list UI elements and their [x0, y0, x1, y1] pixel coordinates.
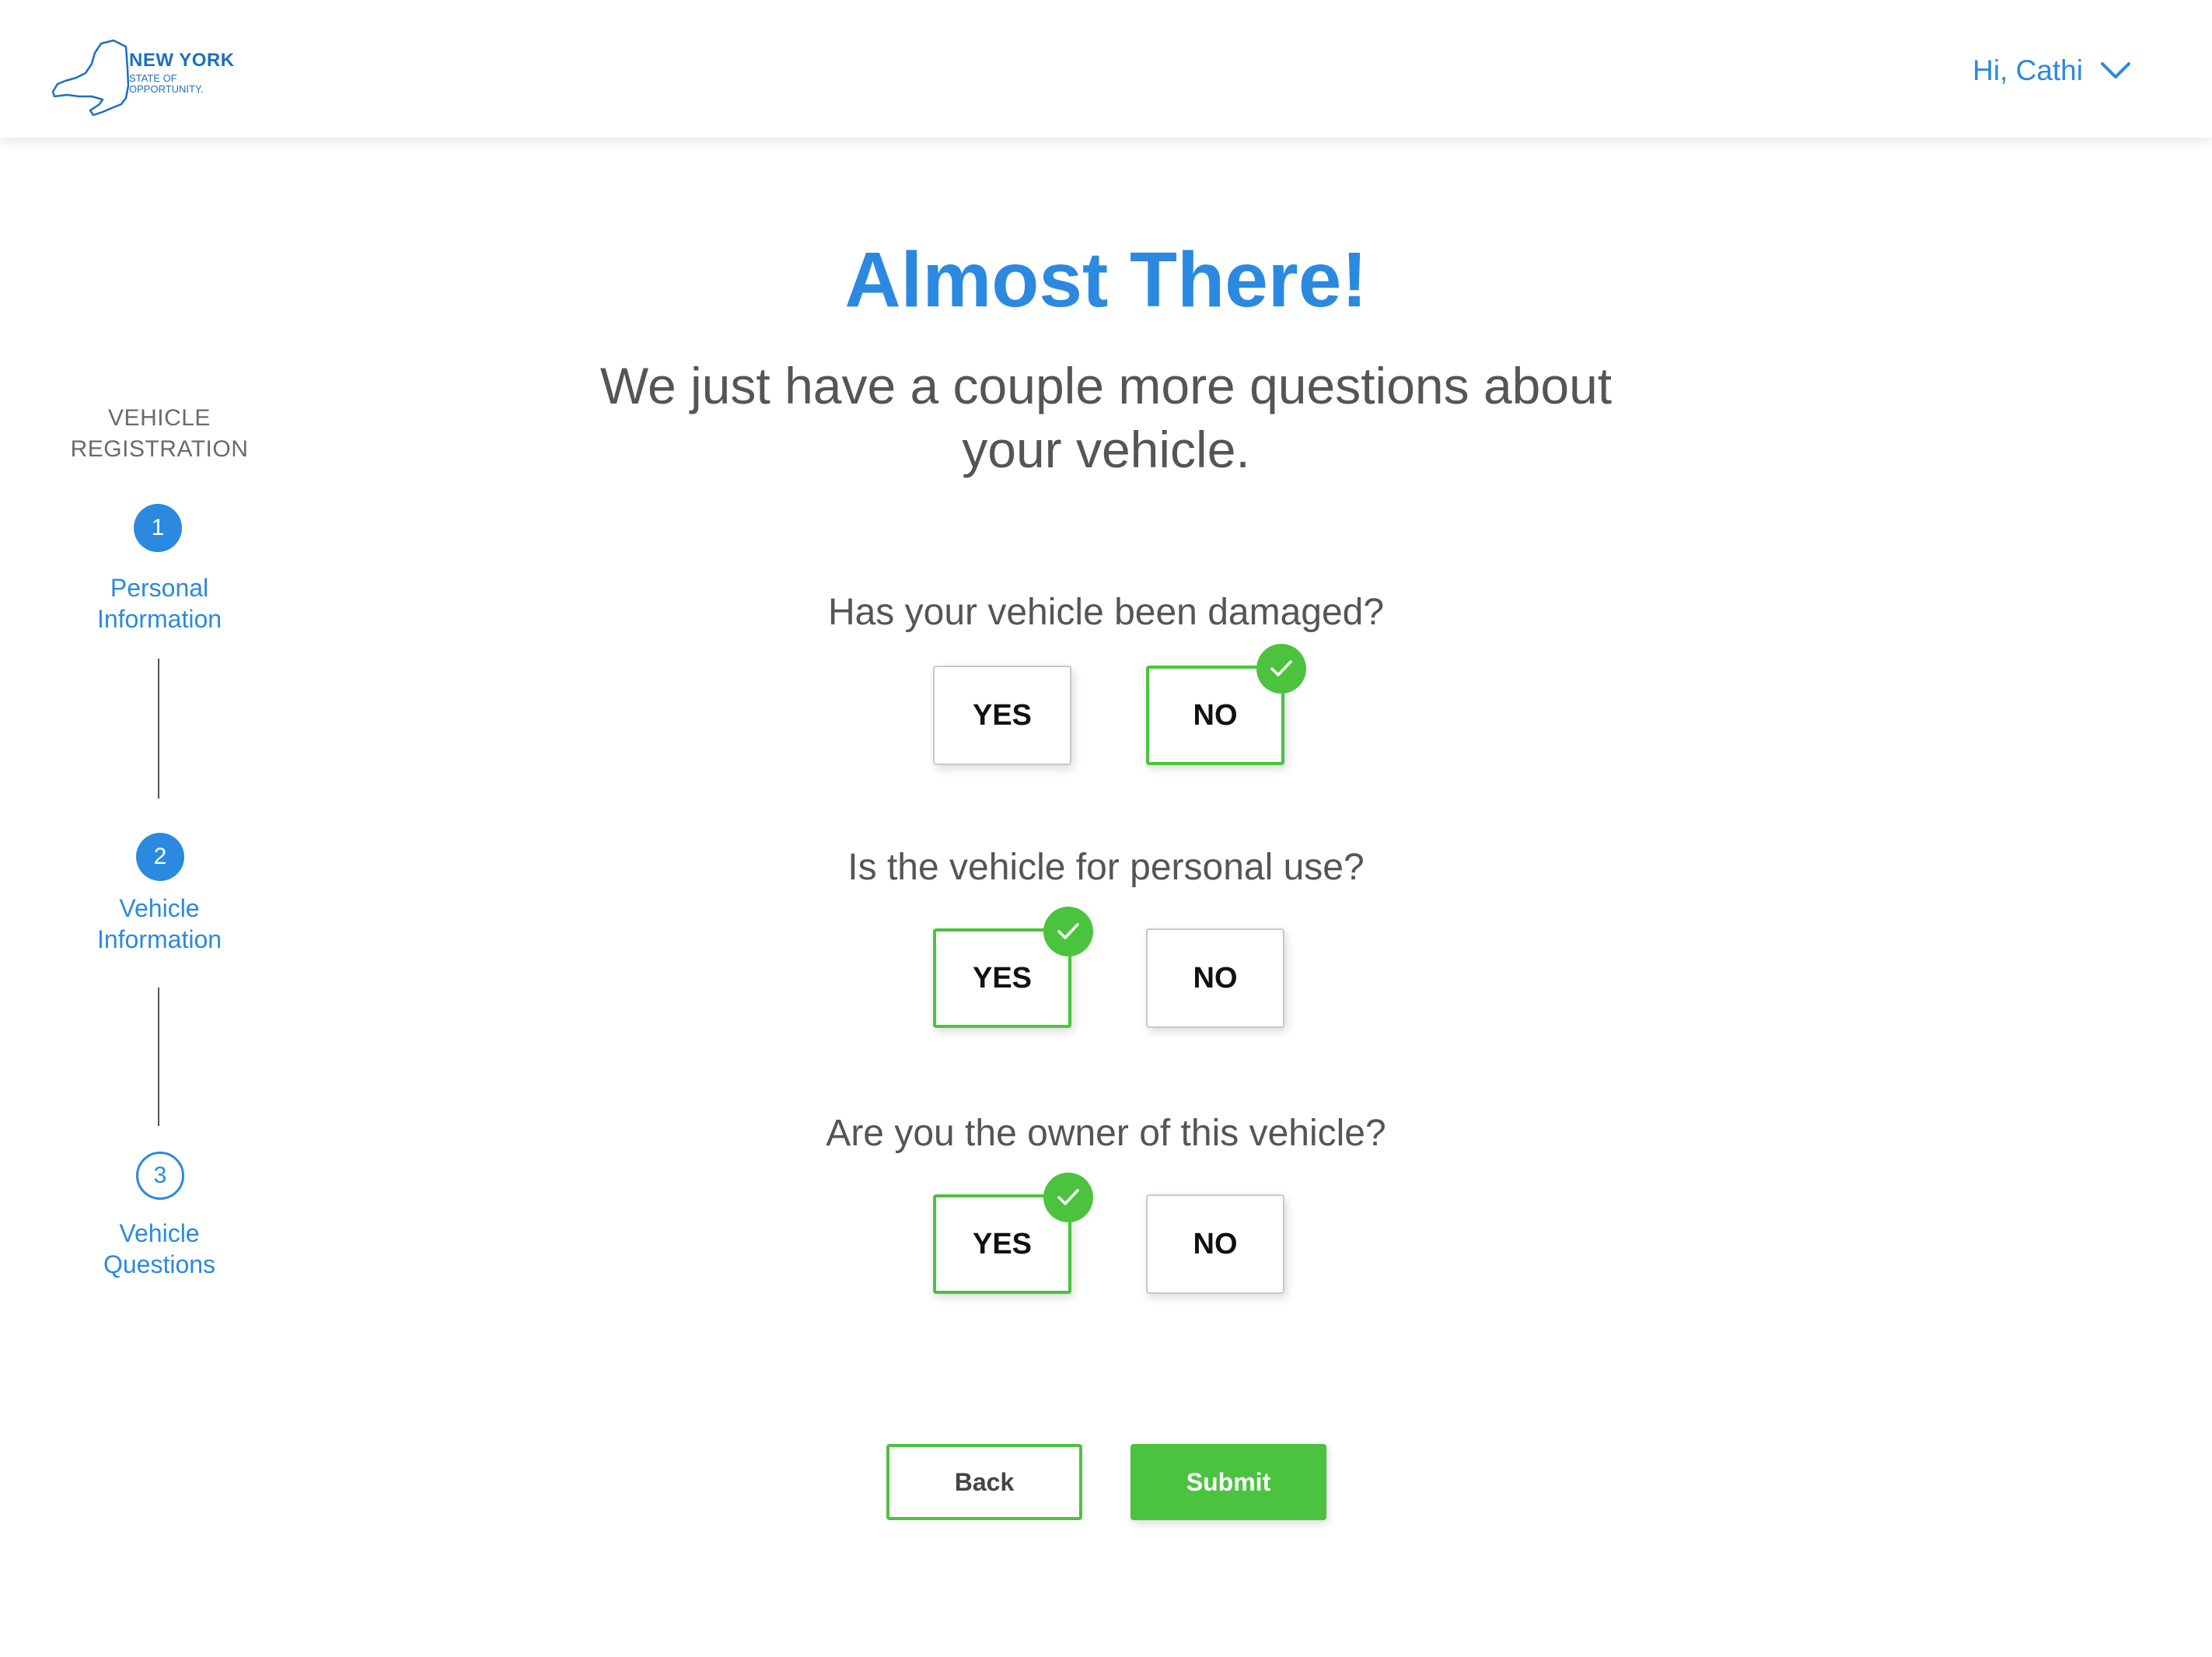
page-subtitle: We just have a couple more questions abo… [0, 354, 2212, 481]
check-icon [1043, 1173, 1093, 1222]
damaged-no-label: NO [1193, 698, 1238, 732]
ny-state-logo[interactable]: NEW YORK STATE OF OPPORTUNITY. [51, 37, 238, 123]
personal-use-yes-label: YES [972, 961, 1033, 995]
damaged-yes-option[interactable]: YES [933, 666, 1071, 765]
step-connector-2 [158, 988, 159, 1126]
logo-text-state-of: STATE OF [129, 72, 177, 84]
step-3-label-line1: Vehicle [119, 1219, 200, 1247]
subtitle-line1: We just have a couple more questions abo… [599, 357, 1613, 414]
check-icon [1256, 644, 1306, 694]
step-3-label-line2: Questions [103, 1250, 216, 1278]
check-icon [1043, 907, 1093, 956]
step-2-label[interactable]: Vehicle Information [0, 893, 319, 955]
top-header: NEW YORK STATE OF OPPORTUNITY. Hi, Cathi [0, 0, 2212, 138]
owner-yes-label: YES [972, 1227, 1033, 1260]
owner-no-option[interactable]: NO [1146, 1194, 1284, 1294]
personal-use-no-option[interactable]: NO [1146, 928, 1284, 1028]
page-title: Almost There! [844, 236, 1368, 323]
damaged-no-option[interactable]: NO [1146, 644, 1306, 765]
question-damaged: Has your vehicle been damaged? [827, 592, 1385, 633]
back-button[interactable]: Back [886, 1444, 1082, 1520]
owner-yes-option[interactable]: YES [933, 1173, 1093, 1294]
chevron-down-icon[interactable] [2100, 61, 2131, 81]
subtitle-line2: your vehicle. [962, 421, 1250, 478]
step-2-label-line1: Vehicle [119, 894, 200, 922]
step-connector-1 [158, 659, 159, 799]
step-1-circle[interactable]: 1 [134, 504, 182, 552]
step-2-label-line2: Information [96, 925, 222, 953]
logo-text-opportunity: OPPORTUNITY. [129, 83, 204, 95]
logo-text-new-york: NEW YORK [129, 50, 235, 71]
personal-use-yes-option[interactable]: YES [933, 907, 1093, 1028]
submit-button[interactable]: Submit [1130, 1444, 1326, 1520]
step-3-circle[interactable]: 3 [136, 1152, 184, 1200]
step-3-label[interactable]: Vehicle Questions [0, 1218, 319, 1280]
user-greeting: Hi, Cathi [1973, 54, 2083, 86]
ny-state-map-icon [51, 39, 129, 117]
user-menu[interactable]: Hi, Cathi [1973, 54, 2131, 87]
question-personal-use: Is the vehicle for personal use? [847, 847, 1365, 888]
question-owner: Are you the owner of this vehicle? [826, 1113, 1386, 1154]
